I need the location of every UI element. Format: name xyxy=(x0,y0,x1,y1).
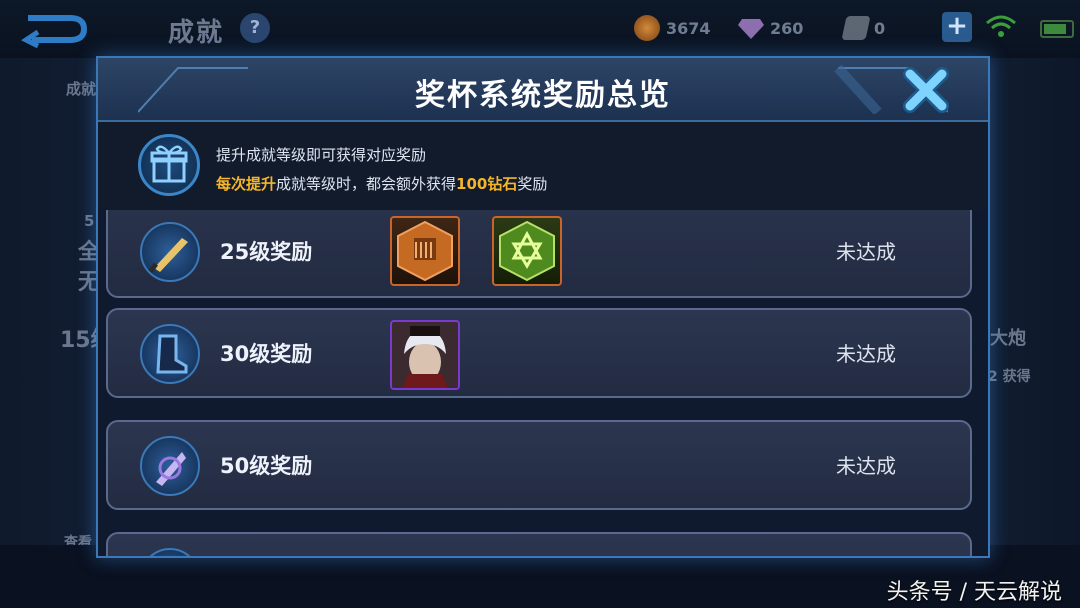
info-highlight: 每次提升 xyxy=(216,175,277,193)
bg-tab-label: 成就 xyxy=(66,80,97,98)
reward-row-25: 25级奖励 未达成 xyxy=(106,210,972,298)
info-text-bonus: 每次提升成就等级时，都会额外获得100钻石奖励 xyxy=(216,173,547,194)
row-status: 未达成 xyxy=(836,454,896,478)
diamond-bonus-amount: 100钻石 xyxy=(456,175,518,193)
dialog-title: 奖杯系统奖励总览 xyxy=(415,78,671,113)
reward-row-30: 30级奖励 未达成 xyxy=(106,308,972,398)
gift-icon xyxy=(138,134,200,196)
watermark: 头条号 / 天云解说 xyxy=(886,580,1062,605)
row-status: 未达成 xyxy=(836,240,896,264)
dialog-header: 奖杯系统奖励总览 xyxy=(98,58,988,122)
gem-currency: 260 xyxy=(738,14,803,42)
gold-amount: 3674 xyxy=(666,18,711,38)
info-text-primary: 提升成就等级即可获得对应奖励 xyxy=(216,146,427,164)
sword-badge-icon xyxy=(140,222,200,282)
page-title: 成就 xyxy=(168,18,225,48)
close-icon[interactable] xyxy=(902,66,950,114)
recharge-button[interactable]: + xyxy=(942,12,972,42)
voucher-icon xyxy=(841,16,871,40)
bg-text: 5 xyxy=(84,212,95,230)
bg-item-status: 2 获得 xyxy=(988,369,1031,385)
voucher-currency: 0 xyxy=(841,14,886,42)
reward-row-50: 50级奖励 未达成 xyxy=(106,420,972,510)
wifi-icon xyxy=(986,15,1016,37)
battery-icon xyxy=(1040,20,1074,38)
reward-list[interactable]: 25级奖励 未达成 30级奖励 未达成 50级奖励 未达成 xyxy=(106,210,976,556)
row-label: 25级奖励 xyxy=(220,240,313,264)
green-star-emblem-icon[interactable] xyxy=(492,216,562,286)
row-label: 30级奖励 xyxy=(220,342,313,366)
reward-row-next xyxy=(106,532,972,556)
row-label: 50级奖励 xyxy=(220,454,313,478)
boot-badge-icon xyxy=(140,324,200,384)
back-arrow-icon[interactable] xyxy=(18,10,96,48)
info-bar: 提升成就等级即可获得对应奖励 每次提升成就等级时，都会额外获得100钻石奖励 xyxy=(98,122,988,210)
info-text: 奖励 xyxy=(517,175,548,193)
voucher-amount: 0 xyxy=(874,18,886,38)
diamond-icon xyxy=(738,19,764,39)
purple-emblem-badge-icon xyxy=(140,436,200,496)
info-text: 成就等级时，都会额外获得 xyxy=(276,175,457,193)
row-status: 未达成 xyxy=(836,342,896,366)
reward-overview-dialog: 奖杯系统奖励总览 提升成就等级即可获得对应奖励 每次提升成就等级时，都会额外获得… xyxy=(96,56,990,558)
gem-amount: 260 xyxy=(770,18,804,38)
top-bar: 成就 ? 3674 260 0 + xyxy=(0,0,1080,59)
hero-portrait[interactable] xyxy=(390,320,460,390)
gold-coin-icon xyxy=(634,15,660,41)
help-icon[interactable]: ? xyxy=(240,13,270,43)
gold-currency: 3674 xyxy=(634,14,711,42)
bg-item-name: 大炮 xyxy=(990,328,1026,349)
orange-emblem-icon[interactable] xyxy=(390,216,460,286)
next-badge-icon xyxy=(140,548,200,556)
